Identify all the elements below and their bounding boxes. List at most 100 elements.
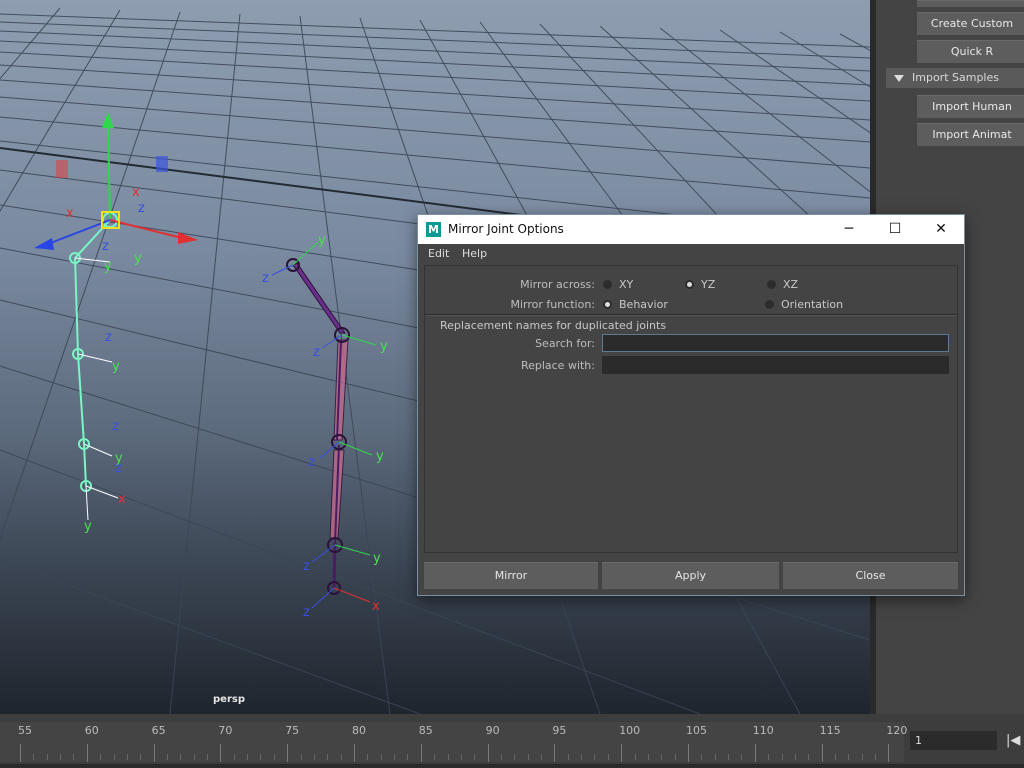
timeline-tick: [220, 744, 222, 762]
timeline-tick: [621, 744, 623, 762]
timeline-minor-tick: [875, 754, 877, 760]
timeline-minor-tick: [100, 754, 102, 760]
create-custom-button[interactable]: Create Custom: [917, 12, 1024, 35]
timeline-tick-label: 120: [886, 724, 908, 737]
radio-orientation-label: Orientation: [781, 298, 844, 311]
timeline-tick: [487, 744, 489, 762]
timeline-minor-tick: [447, 754, 449, 760]
range-slider[interactable]: [0, 764, 1024, 768]
timeline-minor-tick: [233, 754, 235, 760]
timeline-minor-tick: [380, 754, 382, 760]
timeline-minor-tick: [166, 754, 168, 760]
import-animation-button[interactable]: Import Animat: [917, 123, 1024, 146]
svg-text:z: z: [102, 239, 109, 254]
timeline-tick-label: 80: [352, 724, 366, 737]
close-button[interactable]: Close: [783, 562, 958, 589]
panel-top-button-edge: [917, 0, 1024, 7]
section-divider: [425, 314, 957, 316]
svg-text:z: z: [308, 455, 315, 470]
svg-text:z: z: [303, 605, 310, 620]
timeline-minor-tick: [514, 754, 516, 760]
current-frame-field[interactable]: 1: [910, 731, 997, 750]
timeline-minor-tick: [327, 754, 329, 760]
svg-text:x: x: [132, 185, 140, 200]
step-back-icon[interactable]: |◀: [1006, 731, 1024, 751]
timeline-tick: [888, 744, 890, 762]
timeline-minor-tick: [848, 754, 850, 760]
radio-xz-label: XZ: [783, 278, 799, 291]
section-label: Import Samples: [912, 71, 999, 84]
svg-text:y: y: [84, 519, 92, 534]
replace-with-input[interactable]: [602, 356, 949, 374]
timeline-minor-tick: [567, 754, 569, 760]
timeline[interactable]: 55 60 65 70 75 80 85 90 95 100 105 110 115 120 1 |◀: [0, 714, 1024, 768]
timeline-minor-tick: [340, 754, 342, 760]
minimize-button[interactable]: ─: [826, 215, 872, 244]
timeline-minor-tick: [701, 754, 703, 760]
quick-rig-button[interactable]: Quick R: [917, 40, 1024, 63]
radio-xy[interactable]: [603, 280, 612, 289]
timeline-minor-tick: [313, 754, 315, 760]
timeline-minor-tick: [367, 754, 369, 760]
timeline-minor-tick: [113, 754, 115, 760]
radio-behavior[interactable]: [603, 300, 612, 309]
mirror-joint-options-dialog: M Mirror Joint Options ─ ☐ ✕ Edit Help M…: [417, 214, 965, 596]
svg-text:z: z: [138, 201, 145, 216]
timeline-minor-tick: [781, 754, 783, 760]
dialog-menubar: Edit Help: [418, 244, 964, 264]
maya-icon: M: [426, 222, 441, 237]
svg-text:z: z: [115, 461, 122, 476]
timeline-tick-label: 60: [84, 724, 99, 737]
timeline-tick-label: 55: [18, 724, 32, 737]
timeline-minor-tick: [634, 754, 636, 760]
timeline-tick-label: 95: [552, 724, 567, 737]
timeline-minor-tick: [300, 754, 302, 760]
right-skeleton[interactable]: y z y z y z y z x z: [262, 233, 388, 620]
svg-text:y: y: [373, 551, 381, 566]
timeline-minor-tick: [140, 754, 142, 760]
timeline-minor-tick: [273, 754, 275, 760]
svg-text:y: y: [318, 233, 326, 248]
radio-yz[interactable]: [685, 280, 694, 289]
svg-text:x: x: [66, 206, 74, 221]
timeline-minor-tick: [460, 754, 462, 760]
timeline-tick: [554, 744, 556, 762]
mirror-button[interactable]: Mirror: [424, 562, 598, 589]
timeline-tick-label: 85: [418, 724, 433, 737]
camera-label: persp: [213, 694, 245, 705]
timeline-minor-tick: [407, 754, 409, 760]
svg-text:x: x: [372, 599, 380, 614]
radio-xz[interactable]: [767, 280, 776, 289]
radio-xy-label: XY: [619, 278, 634, 291]
options-panel: Mirror across: XY YZ XZ Mirror function:…: [424, 265, 958, 553]
timeline-minor-tick: [260, 754, 262, 760]
timeline-tick-label: 105: [686, 724, 707, 737]
svg-text:y: y: [104, 259, 112, 274]
svg-text:z: z: [313, 345, 320, 360]
close-window-button[interactable]: ✕: [918, 215, 964, 244]
left-skeleton[interactable]: z y z y z x y y x: [66, 206, 126, 534]
dialog-titlebar[interactable]: M Mirror Joint Options ─ ☐ ✕: [418, 215, 964, 244]
timeline-tick-label: 115: [819, 724, 841, 737]
move-manipulator[interactable]: x z z y: [34, 112, 198, 266]
apply-button[interactable]: Apply: [602, 562, 779, 589]
search-for-input[interactable]: [602, 334, 949, 352]
menu-help[interactable]: Help: [462, 247, 487, 260]
import-human-button[interactable]: Import Human: [917, 95, 1024, 118]
maximize-button[interactable]: ☐: [872, 215, 918, 244]
svg-text:z: z: [303, 559, 310, 574]
import-samples-section[interactable]: Import Samples: [886, 68, 1024, 88]
menu-edit[interactable]: Edit: [428, 247, 449, 260]
dialog-title: Mirror Joint Options: [448, 222, 564, 236]
svg-text:x: x: [118, 492, 126, 507]
timeline-minor-tick: [126, 754, 128, 760]
timeline-minor-tick: [394, 754, 396, 760]
timeline-minor-tick: [207, 754, 209, 760]
timeline-minor-tick: [674, 754, 676, 760]
radio-orientation[interactable]: [765, 300, 774, 309]
replace-with-label: Replace with:: [520, 359, 595, 372]
timeline-minor-tick: [728, 754, 730, 760]
timeline-minor-tick: [527, 754, 529, 760]
timeline-minor-tick: [434, 754, 436, 760]
radio-yz-label: YZ: [701, 278, 716, 291]
